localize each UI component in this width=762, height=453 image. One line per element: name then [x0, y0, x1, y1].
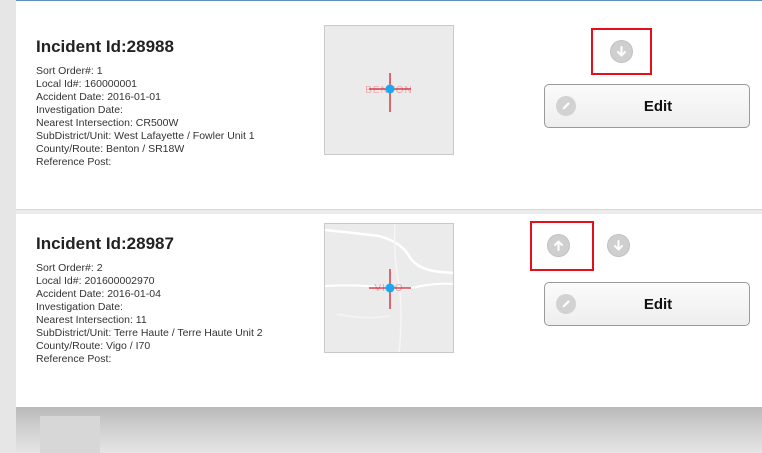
- incident-list: Incident Id:28988 Sort Order#: 1 Local I…: [16, 0, 762, 407]
- incident-card: Incident Id:28988 Sort Order#: 1 Local I…: [16, 13, 762, 209]
- move-up-button[interactable]: [547, 234, 570, 257]
- background-block: [40, 416, 100, 453]
- accident-date: Accident Date: 2016-01-04: [36, 288, 161, 300]
- subdistrict-unit: SubDistrict/Unit: West Lafayette / Fowle…: [36, 130, 255, 142]
- incident-details: Sort Order#: 1 Local Id#: 160000001 Acci…: [36, 65, 255, 169]
- move-down-button[interactable]: [607, 234, 630, 257]
- county-route: County/Route: Benton / SR18W: [36, 143, 185, 155]
- reference-post: Reference Post:: [36, 156, 112, 168]
- incident-location-marker: [385, 84, 395, 94]
- incident-map-thumbnail[interactable]: VIGO: [324, 223, 454, 353]
- accident-date: Accident Date: 2016-01-01: [36, 91, 161, 103]
- arrow-up-icon: [554, 240, 563, 251]
- sort-order: Sort Order#: 1: [36, 65, 103, 77]
- edit-button[interactable]: Edit: [544, 282, 750, 326]
- incident-card: Incident Id:28987 Sort Order#: 2 Local I…: [16, 214, 762, 408]
- sort-order: Sort Order#: 2: [36, 262, 103, 274]
- incident-map-thumbnail[interactable]: BENTON: [324, 25, 454, 155]
- incident-title: Incident Id:28988: [36, 37, 174, 56]
- move-down-button[interactable]: [610, 40, 633, 63]
- investigation-date: Investigation Date:: [36, 104, 123, 116]
- reference-post: Reference Post:: [36, 353, 112, 365]
- subdistrict-unit: SubDistrict/Unit: Terre Haute / Terre Ha…: [36, 327, 263, 339]
- list-bottom-shadow: [16, 407, 762, 453]
- county-route: County/Route: Vigo / I70: [36, 340, 151, 352]
- investigation-date: Investigation Date:: [36, 301, 123, 313]
- incident-title: Incident Id:28987: [36, 234, 174, 253]
- nearest-intersection: Nearest Intersection: CR500W: [36, 117, 179, 129]
- incident-details: Sort Order#: 2 Local Id#: 201600002970 A…: [36, 262, 263, 366]
- arrow-down-icon: [614, 240, 623, 251]
- local-id: Local Id#: 201600002970: [36, 275, 155, 287]
- edit-button-label: Edit: [643, 296, 673, 313]
- left-margin-strip: [0, 0, 16, 453]
- incident-location-marker: [385, 283, 395, 293]
- arrow-down-icon: [617, 46, 626, 57]
- edit-button[interactable]: Edit: [544, 84, 750, 128]
- edit-button-label: Edit: [643, 98, 673, 115]
- local-id: Local Id#: 160000001: [36, 78, 138, 90]
- nearest-intersection: Nearest Intersection: 11: [36, 314, 147, 326]
